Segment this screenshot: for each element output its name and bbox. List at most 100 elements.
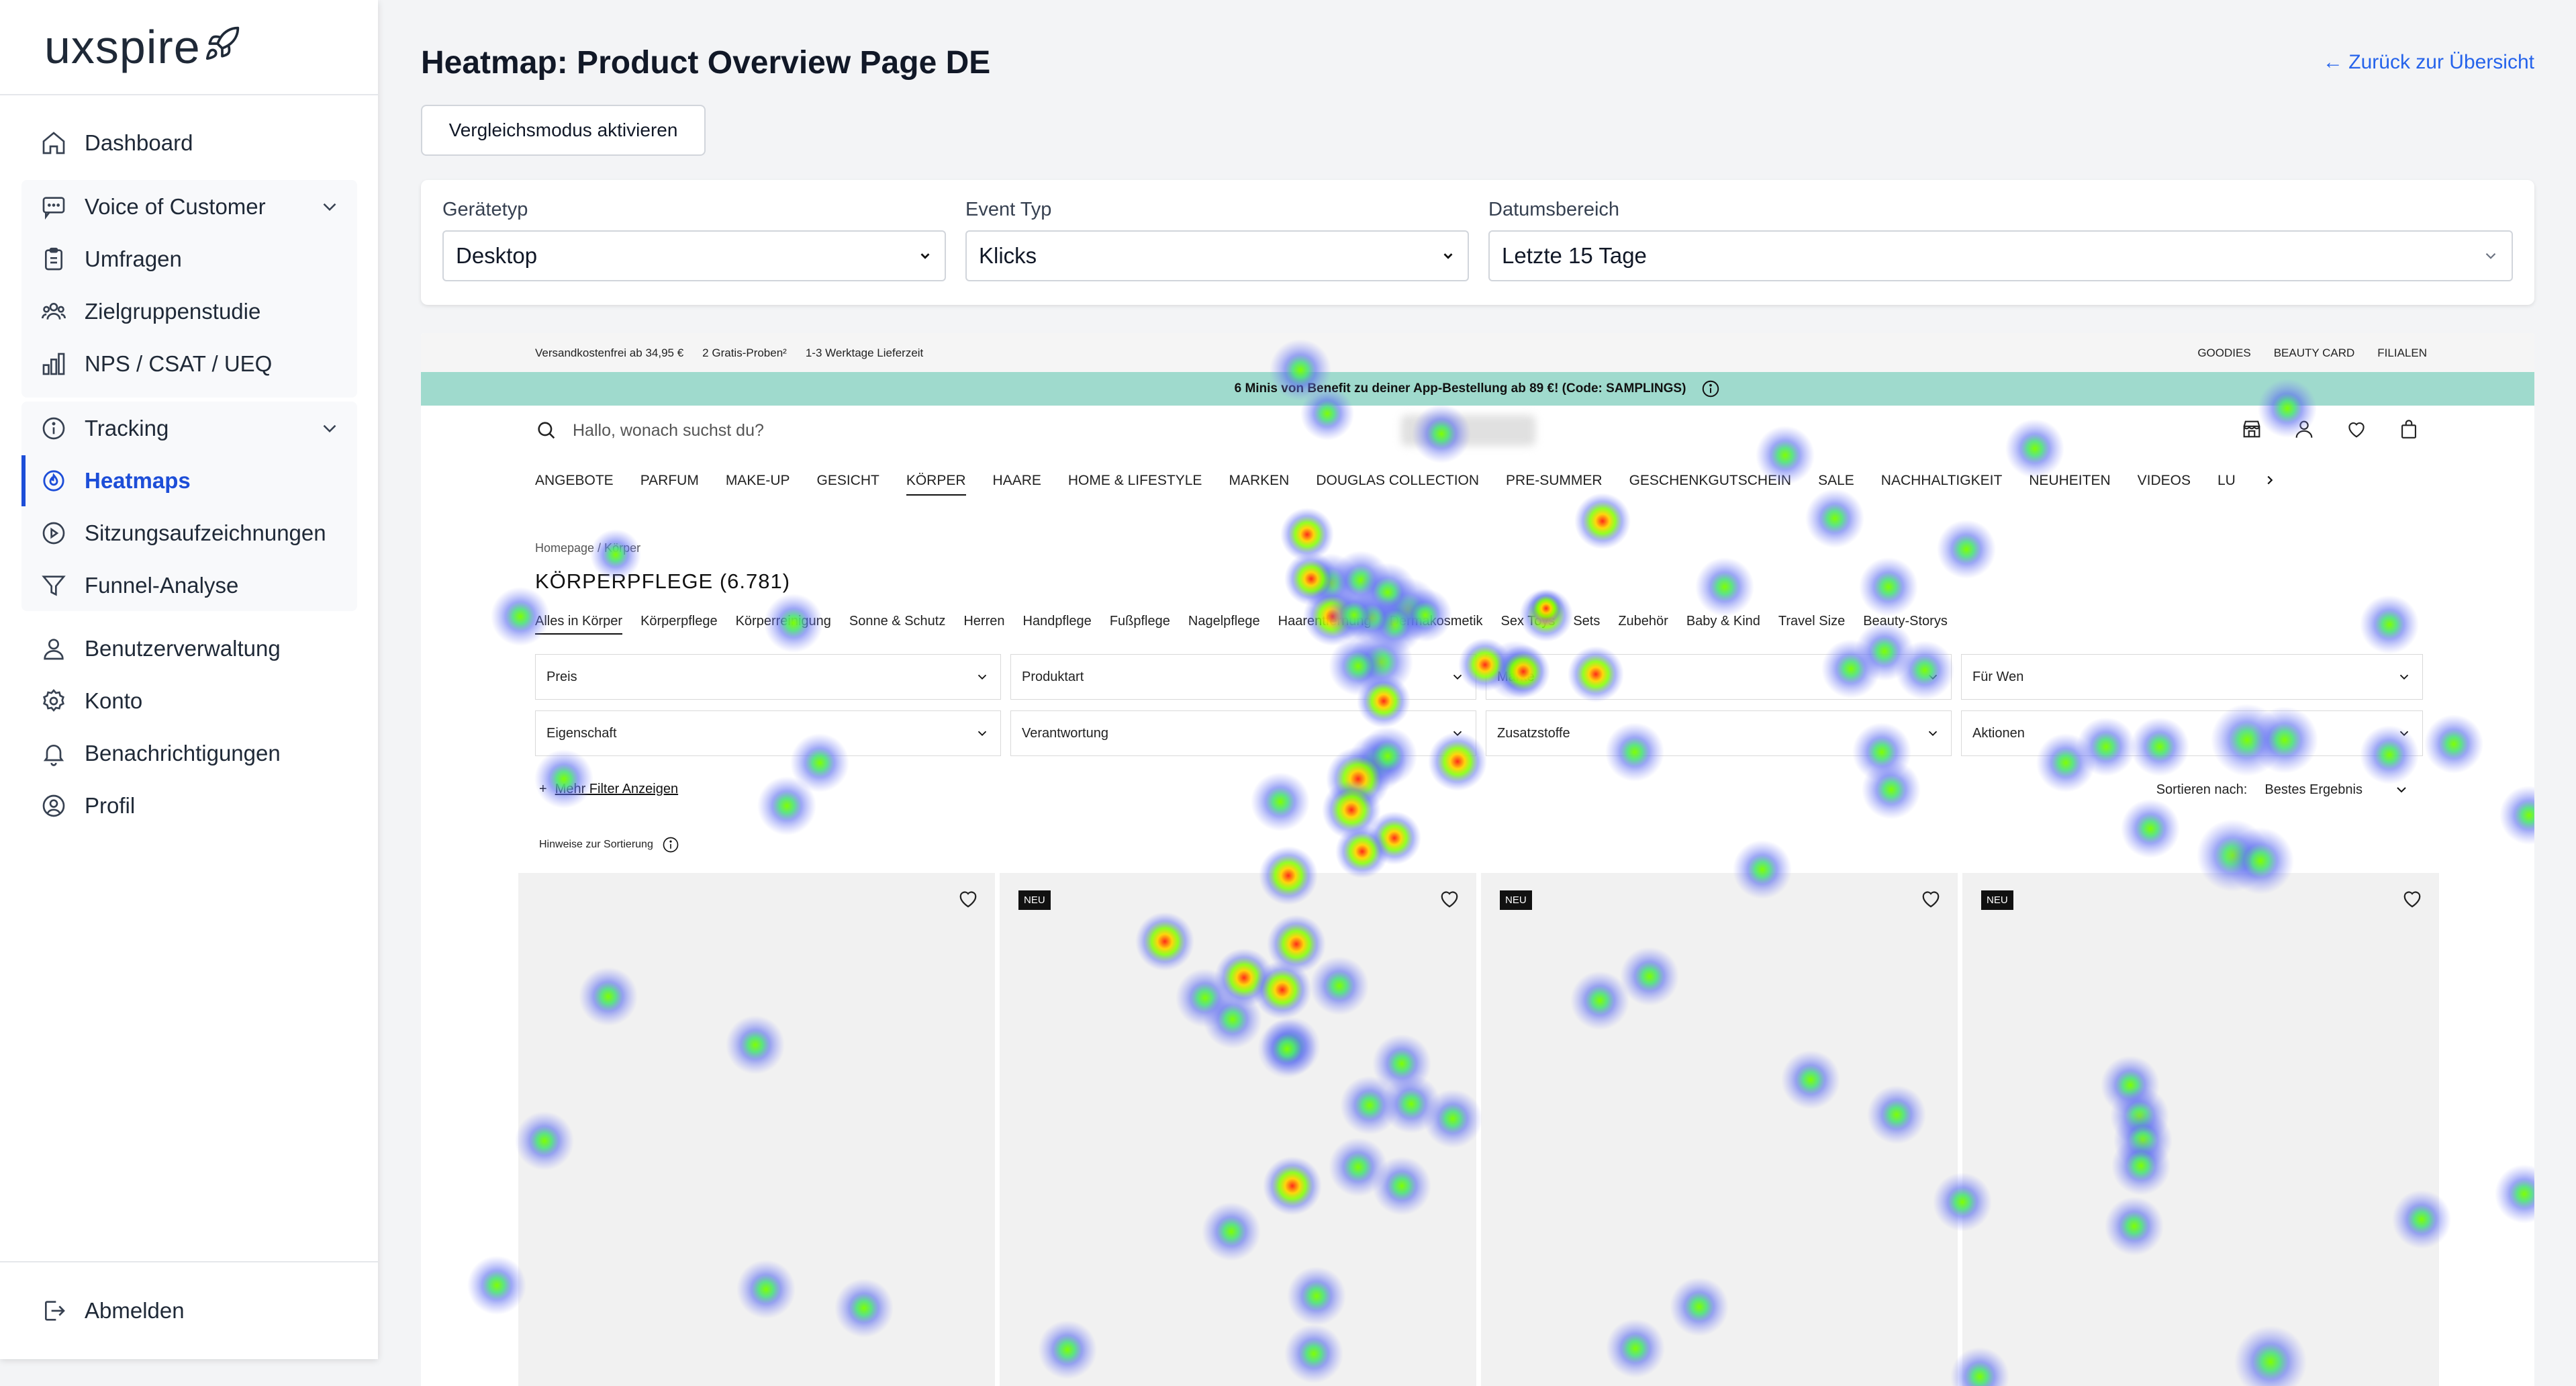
sidebar-item-label: Benachrichtigungen — [85, 741, 281, 766]
new-badge: NEU — [1018, 890, 1051, 910]
preview-nav-item: VIDEOS — [2137, 473, 2191, 488]
preview-main-nav: ANGEBOTE PARFUM MAKE-UP GESICHT KÖRPER H… — [535, 473, 2277, 496]
logout-label: Abmelden — [85, 1298, 185, 1323]
sidebar-item-benachrichtigungen[interactable]: Benachrichtigungen — [21, 728, 357, 779]
chevron-down-icon — [920, 253, 930, 259]
clipboard-icon — [45, 247, 62, 271]
bar-chart-icon — [42, 353, 65, 375]
preview-category-tab: Herren — [963, 614, 1005, 629]
chevron-down-icon[interactable] — [318, 417, 341, 440]
sidebar-item-voice-of-customer[interactable]: Voice of Customer — [21, 181, 357, 232]
heatmap-preview[interactable]: Versandkostenfrei ab 34,95 € 2 Gratis-Pr… — [421, 333, 2534, 1386]
sidebar-item-sitzungsaufzeichnungen[interactable]: Sitzungsaufzeichnungen — [21, 508, 357, 559]
sidebar-divider — [0, 94, 378, 95]
chevron-right-icon — [2267, 475, 2273, 485]
sidebar-item-label: Zielgruppenstudie — [85, 299, 261, 324]
preview-product-tile — [518, 873, 995, 1386]
event-select-value: Klicks — [979, 243, 1037, 268]
date-range-select[interactable]: Letzte 15 Tage — [1488, 230, 2513, 281]
store-icon — [2243, 420, 2260, 438]
sidebar-item-label: Profil — [85, 793, 136, 818]
sidebar-item-nps[interactable]: NPS / CSAT / UEQ — [21, 338, 357, 389]
device-select[interactable]: Desktop — [442, 230, 946, 281]
sidebar-item-label: Funnel-Analyse — [85, 573, 239, 598]
chevron-down-icon — [2485, 252, 2496, 259]
sidebar-item-label: Dashboard — [85, 130, 193, 155]
new-badge: NEU — [1981, 890, 2013, 910]
preview-nav-item: HAARE — [992, 473, 1041, 488]
event-filter-label: Event Typ — [965, 199, 1052, 220]
preview-category-tab: Sex Toys — [1500, 614, 1556, 629]
chevron-down-icon — [1928, 674, 1938, 680]
event-select[interactable]: Klicks — [965, 230, 1469, 281]
device-filter-label: Gerätetyp — [442, 199, 528, 220]
preview-nav-item: PARFUM — [640, 473, 699, 488]
sidebar-item-label: Konto — [85, 688, 143, 713]
device-select-value: Desktop — [456, 243, 538, 268]
compare-mode-button[interactable]: Vergleichsmodus aktivieren — [421, 105, 706, 156]
preview-filter-select: Eigenschaft — [535, 710, 1001, 756]
preview-category-tab: Körperreinigung — [735, 614, 831, 629]
preview-nav-item: MAKE-UP — [725, 473, 790, 488]
preview-filter-select: Zusatzstoffe — [1486, 710, 1952, 756]
preview-filter-label: Für Wen — [1972, 669, 2024, 684]
preview-sort-label: Sortieren nach: — [2156, 782, 2248, 797]
bell-icon — [43, 745, 64, 766]
preview-sort-value: Bestes Ergebnis — [2264, 782, 2363, 797]
preview-search-placeholder: Hallo, wonach suchst du? — [573, 420, 764, 440]
preview-filter-label: Zusatzstoffe — [1497, 725, 1570, 741]
preview-breadcrumb: Homepage / Körper — [535, 541, 641, 555]
preview-promo-text: 6 Minis von Benefit zu deiner App-Bestel… — [1234, 381, 1686, 396]
preview-filter-label: Eigenschaft — [546, 725, 617, 741]
preview-nav-item: DOUGLAS COLLECTION — [1316, 473, 1480, 488]
sidebar-item-label: Sitzungsaufzeichnungen — [85, 520, 326, 545]
preview-nav-item: GESCHENKGUTSCHEIN — [1629, 473, 1792, 488]
heart-icon — [2403, 891, 2421, 908]
user-icon — [2295, 420, 2313, 438]
app-logo[interactable]: uxspire — [44, 20, 241, 74]
sidebar-item-benutzerverwaltung[interactable]: Benutzerverwaltung — [21, 623, 357, 674]
preview-category-heading: KÖRPERPFLEGE (6.781) — [535, 569, 791, 593]
preview-category-tab: Nagelpflege — [1188, 614, 1260, 629]
preview-promo-banner: 6 Minis von Benefit zu deiner App-Bestel… — [421, 372, 2534, 406]
preview-category-tab: Zubehör — [1618, 614, 1668, 629]
sidebar-item-profil[interactable]: Profil — [21, 780, 357, 831]
preview-topbar-item: Versandkostenfrei ab 34,95 € — [535, 346, 684, 359]
logout-icon — [45, 1301, 65, 1321]
preview-category-tab: Dermakosmetik — [1389, 614, 1483, 629]
preview-topbar-item: 1-3 Werktage Lieferzeit — [805, 346, 924, 359]
preview-filter-select: Für Wen — [1961, 654, 2423, 700]
chevron-down-icon[interactable] — [318, 195, 341, 218]
logout-button[interactable]: Abmelden — [21, 1285, 357, 1336]
preview-nav-item: SALE — [1818, 473, 1854, 488]
info-icon — [42, 417, 65, 440]
sidebar-item-dashboard[interactable]: Dashboard — [21, 118, 357, 169]
preview-blurred-logo — [1401, 415, 1535, 446]
preview-filter-label: Marke — [1497, 669, 1535, 684]
preview-topbar: Versandkostenfrei ab 34,95 € 2 Gratis-Pr… — [421, 333, 2534, 372]
event-filter: Event Typ Klicks — [965, 199, 1469, 281]
sidebar-item-heatmaps[interactable]: Heatmaps — [21, 455, 357, 506]
date-range-filter: Datumsbereich Letzte 15 Tage — [1488, 199, 2513, 281]
info-icon — [1703, 380, 1719, 398]
sidebar-item-konto[interactable]: Konto — [21, 676, 357, 727]
sidebar-item-funnel-analyse[interactable]: Funnel-Analyse — [21, 560, 357, 611]
preview-more-filters: + Mehr Filter Anzeigen — [539, 782, 679, 796]
heart-icon — [1441, 891, 1458, 908]
preview-filter-label: Verantwortung — [1022, 725, 1108, 741]
preview-category-tab: Sets — [1573, 614, 1601, 629]
sidebar-item-label: Voice of Customer — [85, 194, 266, 219]
sidebar-item-umfragen[interactable]: Umfragen — [21, 234, 357, 285]
back-to-overview-link[interactable]: ← Zurück zur Übersicht — [2323, 51, 2534, 74]
sidebar-item-zielgruppenstudie[interactable]: Zielgruppenstudie — [21, 286, 357, 337]
sidebar-item-tracking[interactable]: Tracking — [21, 403, 357, 454]
home-icon — [42, 132, 65, 154]
preview-filter-select: Produktart — [1010, 654, 1476, 700]
preview-nav-item: ANGEBOTE — [535, 473, 614, 488]
chevron-down-icon — [977, 731, 987, 737]
info-icon — [663, 837, 679, 853]
preview-product-tile: NEU — [1481, 873, 1958, 1386]
chevron-down-icon — [1453, 674, 1462, 680]
search-icon — [538, 422, 555, 439]
preview-category-tabs: Alles in Körper Körperpflege Körperreini… — [535, 614, 1966, 635]
